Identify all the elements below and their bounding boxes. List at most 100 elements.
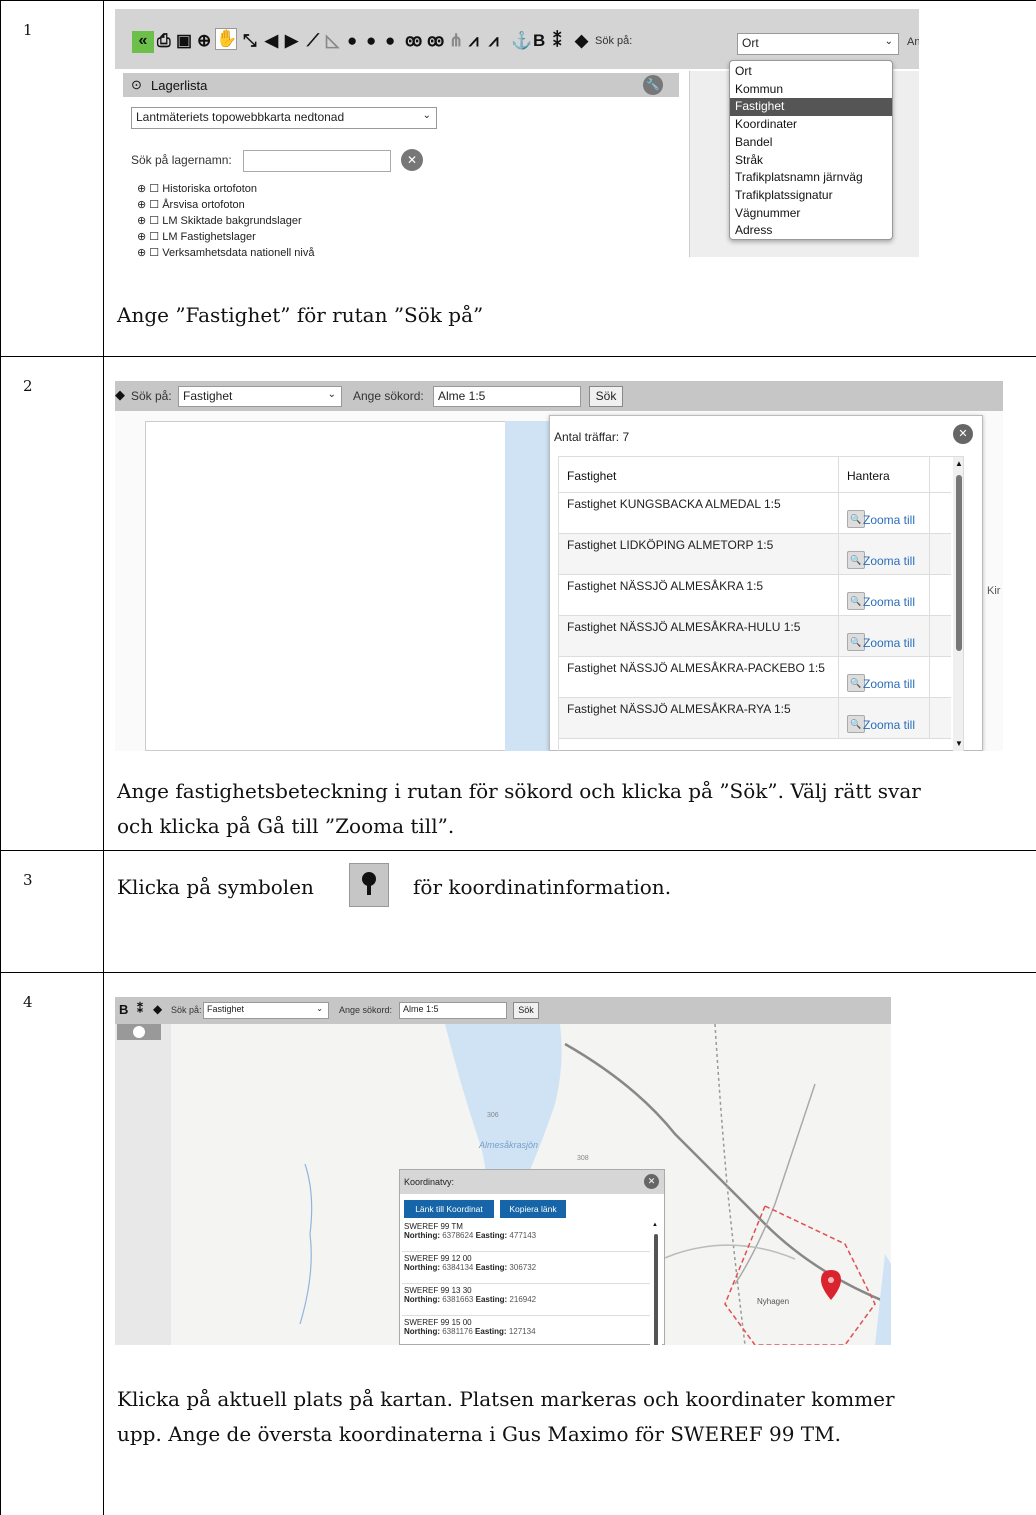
back-icon[interactable]: ◀: [265, 31, 278, 51]
list-item[interactable]: ⊕ ☐ Årsvisa ortofoton: [137, 197, 314, 213]
network-icon[interactable]: ⋔: [449, 31, 463, 51]
coordinate-pin-icon[interactable]: ⁑: [137, 1002, 143, 1016]
expand-icon[interactable]: ⊕: [137, 183, 146, 195]
dropdown-option[interactable]: Vägnummer: [730, 205, 892, 223]
dropdown-option[interactable]: Adress: [730, 222, 892, 240]
clear-search-icon[interactable]: ✕: [401, 149, 423, 171]
search-button[interactable]: Sök: [589, 386, 623, 407]
close-icon[interactable]: ✕: [644, 1174, 659, 1189]
coordinate-pin-icon[interactable]: ⁑: [553, 31, 562, 51]
zoom-to-link[interactable]: Zooma till: [863, 636, 915, 650]
eraser-icon[interactable]: ◆: [153, 1002, 162, 1016]
binoculars-icon[interactable]: ꙭ: [405, 31, 422, 51]
anchor-icon[interactable]: ⚓: [511, 31, 532, 51]
zoom-to-link[interactable]: Zooma till: [863, 595, 915, 609]
layer-search-input[interactable]: [243, 150, 391, 172]
list-item[interactable]: ⊕ ☐ LM Skiktade bakgrundslager: [137, 213, 314, 229]
scroll-thumb[interactable]: [956, 475, 962, 651]
search-button[interactable]: Sök: [513, 1002, 539, 1019]
expand-icon[interactable]: ⊕: [137, 231, 146, 243]
checkbox[interactable]: ☐: [149, 183, 159, 195]
profile-icon-2[interactable]: ⩘: [489, 31, 499, 51]
zoom-to-link[interactable]: Zooma till: [863, 554, 915, 568]
chevron-down-icon: ⌄: [316, 1004, 323, 1013]
search-on-select[interactable]: Fastighet ⌄: [203, 1002, 329, 1019]
scroll-up-icon[interactable]: ▲: [955, 459, 963, 468]
bold-b-icon[interactable]: B: [533, 31, 545, 51]
print-icon[interactable]: ⎙: [157, 31, 171, 51]
table-row[interactable]: Fastighet NÄSSJÖ ALMESÅKRA-RYA 1:5 🔍 Zooma…: [559, 698, 951, 739]
dropdown-option-selected[interactable]: Fastighet: [730, 98, 892, 117]
pan-icon[interactable]: ✋: [215, 28, 237, 50]
dropdown-option[interactable]: Trafikplatsnamn järnväg: [730, 169, 892, 187]
search-on-select[interactable]: Fastighet ⌄: [178, 386, 342, 407]
info-icon[interactable]: ●: [347, 31, 357, 51]
dropdown-option[interactable]: Stråk: [730, 152, 892, 170]
row-number: 2: [1, 357, 104, 850]
search-on-value: Fastighet: [183, 389, 233, 403]
zoom-to-link[interactable]: Zooma till: [863, 718, 915, 732]
table-row[interactable]: Fastighet NÄSSJÖ ALMESÅKRA-HULU 1:5 🔍 Zoom…: [559, 616, 951, 657]
keyword-label-truncated: An: [907, 36, 919, 48]
northing-label: Northing:: [404, 1327, 440, 1336]
eraser-icon[interactable]: ◆: [575, 31, 588, 51]
scrollbar[interactable]: ▲ ▼: [953, 457, 963, 751]
dropdown-option[interactable]: Ort: [730, 63, 892, 81]
scroll-up-icon[interactable]: ▲: [652, 1222, 658, 1228]
list-item[interactable]: ⊕ ☐ Historiska ortofoton: [137, 181, 314, 197]
dropdown-option[interactable]: Bandel: [730, 134, 892, 152]
northing-value: 6381176: [442, 1327, 473, 1336]
search-on-select[interactable]: Ort ⌄: [737, 33, 899, 55]
checkbox[interactable]: ☐: [149, 215, 159, 227]
info-icon-2[interactable]: ●: [366, 31, 376, 51]
basemap-select[interactable]: Lantmäteriets topowebbkarta nedtonad ⌄: [131, 107, 437, 129]
zoom-icon[interactable]: ⊕: [197, 31, 211, 51]
keyword-input[interactable]: Alme 1:5: [399, 1002, 507, 1019]
zoom-to-link[interactable]: Zooma till: [863, 677, 915, 691]
table-row[interactable]: Fastighet NÄSSJÖ ALMESÅKRA-PACKEBO 1:5 🔍 Z…: [559, 657, 951, 698]
checkbox[interactable]: ☐: [149, 231, 159, 243]
dropdown-option[interactable]: Kommun: [730, 81, 892, 99]
link-to-coordinate-button[interactable]: Länk till Koordinat: [404, 1200, 494, 1218]
zoom-to-link[interactable]: Zooma till: [863, 513, 915, 527]
expand-icon[interactable]: ⊕: [137, 215, 146, 227]
column-divider: [838, 698, 839, 739]
dropdown-option[interactable]: Koordinater: [730, 116, 892, 134]
search-on-dropdown: Ort Kommun Fastighet Koordinater Bandel …: [729, 60, 893, 240]
scroll-down-icon[interactable]: ▼: [955, 739, 963, 748]
list-item[interactable]: ⊕ ☐ LM Fastighetslager: [137, 229, 314, 245]
scrollbar[interactable]: ▲: [650, 1220, 662, 1345]
help-icon[interactable]: ●: [385, 31, 395, 51]
save-icon[interactable]: ▣: [176, 31, 192, 51]
measure-area-icon[interactable]: ◺: [326, 31, 339, 51]
copy-link-button[interactable]: Kopiera länk: [500, 1200, 566, 1218]
expand-icon[interactable]: ⊕: [137, 247, 146, 257]
collapse-icon[interactable]: «: [132, 31, 154, 53]
table-row[interactable]: Fastighet LIDKÖPING ALMETORP 1:5 🔍 Zooma t…: [559, 534, 951, 575]
coordinate-values: Northing: 6378624 Easting: 477143: [404, 1231, 648, 1240]
collapse-circle-icon[interactable]: ⊙: [131, 77, 142, 93]
profile-icon[interactable]: ⩘: [469, 31, 479, 51]
bold-b-icon[interactable]: B: [119, 1002, 128, 1017]
forward-icon[interactable]: ▶: [285, 31, 298, 51]
table-row[interactable]: Fastighet KUNGSBACKA ALMEDAL 1:5 🔍 Zooma t…: [559, 493, 951, 534]
scroll-thumb[interactable]: [654, 1234, 658, 1345]
keyword-input[interactable]: Alme 1:5: [433, 386, 581, 407]
measure-line-icon[interactable]: ⟋: [307, 31, 319, 51]
checkbox[interactable]: ☐: [149, 199, 159, 211]
table-row[interactable]: Fastighet NÄSSJÖ ALMESÅKRA 1:5 🔍 Zooma til…: [559, 575, 951, 616]
layer-label: Historiska ortofoton: [162, 183, 257, 195]
checkbox[interactable]: ☐: [149, 247, 159, 257]
binoculars-icon-2[interactable]: ꙭ: [427, 31, 444, 51]
easting-label: Easting:: [475, 1231, 508, 1240]
coordinate-values: Northing: 6384134 Easting: 306732: [404, 1263, 648, 1272]
eraser-icon[interactable]: ◆: [115, 387, 125, 403]
close-icon[interactable]: ✕: [953, 424, 973, 444]
zoom-extent-icon[interactable]: ⤡: [243, 31, 257, 51]
wrench-icon[interactable]: 🔧: [643, 75, 663, 95]
list-item[interactable]: ⊕ ☐ Verksamhetsdata nationell nivå: [137, 245, 314, 257]
dropdown-option[interactable]: Trafikplatssignatur: [730, 187, 892, 205]
expand-icon[interactable]: ⊕: [137, 199, 146, 211]
property-name: Fastighet LIDKÖPING ALMETORP 1:5: [567, 538, 774, 552]
keyword-label: Ange sökord:: [353, 389, 424, 403]
